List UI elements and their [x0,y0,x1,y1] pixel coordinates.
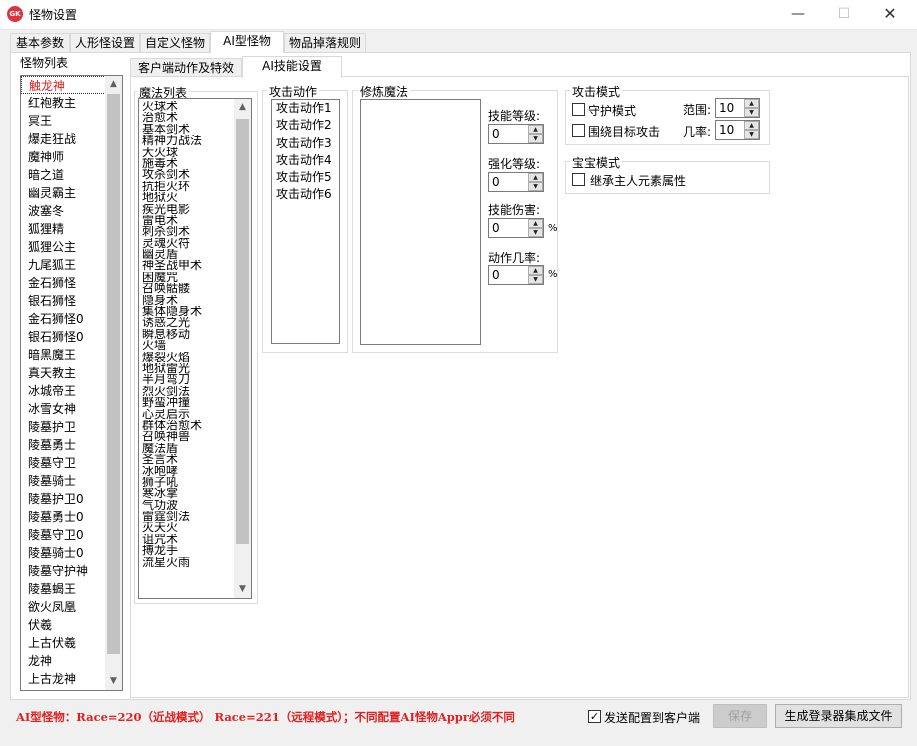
spin-up-icon[interactable]: ▲ [528,219,543,228]
attack-action-item[interactable]: 攻击动作6 [272,186,339,203]
generate-launcher-file-button[interactable]: 生成登录器集成文件 [775,704,902,728]
tab-custom-monster[interactable]: 自定义怪物 [140,33,210,53]
attack-mode-label: 攻击模式 [570,83,623,100]
skill-damage-percent: % [548,223,558,234]
monster-list-label: 怪物列表 [20,56,69,70]
attack-action-item[interactable]: 攻击动作1 [272,100,339,117]
guard-mode-label: 守护模式 [588,104,637,118]
scroll-thumb[interactable] [236,119,249,544]
inherit-element-checkbox[interactable] [572,173,585,186]
scroll-up-icon[interactable]: ▲ [234,99,251,116]
window-title: 怪物设置 [29,8,78,22]
tab-item-drop-rules[interactable]: 物品掉落规则 [284,33,366,53]
ai-monster-note: AI型怪物：Race=220（近战模式） Race=221（远程模式）；不同配置… [16,710,515,724]
check-icon: ✓ [589,710,600,723]
monster-list-scrollbar[interactable]: ▲ ▼ [105,76,122,690]
spin-up-icon[interactable]: ▲ [528,266,543,275]
skill-level-value[interactable]: 0 [492,127,500,141]
tab-ai-monster[interactable]: AI型怪物 [210,31,284,53]
attack-actions-list[interactable]: 攻击动作1 攻击动作2 攻击动作3 攻击动作4 攻击动作5 攻击动作6 [271,99,340,344]
chance-value[interactable]: 10 [719,123,734,137]
action-chance-value[interactable]: 0 [492,268,500,282]
scroll-thumb[interactable] [107,94,120,654]
title-bar: GK 怪物设置 — ☐ ✕ [0,0,917,30]
surround-attack-label: 围绕目标攻击 [588,125,661,139]
tab-client-actions-effects[interactable]: 客户端动作及特效 [130,58,242,78]
range-spinner[interactable]: 10 ▲ ▼ [715,98,760,118]
guard-mode-checkbox[interactable] [572,103,585,116]
enhance-level-value[interactable]: 0 [492,175,500,189]
inherit-element-label: 继承主人元素属性 [590,174,687,188]
attack-action-item[interactable]: 攻击动作2 [272,117,339,134]
pet-mode-label: 宝宝模式 [570,154,623,171]
training-magic-label: 修炼魔法 [358,83,411,100]
spin-down-icon[interactable]: ▼ [528,275,543,284]
skill-level-label: 技能等级: [488,109,541,123]
tab-ai-skill-settings[interactable]: AI技能设置 [242,56,342,78]
chance-spinner[interactable]: 10 ▲ ▼ [715,120,760,140]
minimize-icon[interactable]: — [775,0,821,30]
spin-up-icon[interactable]: ▲ [744,121,759,130]
attack-action-item[interactable]: 攻击动作4 [272,152,339,169]
spin-down-icon[interactable]: ▼ [528,182,543,191]
spin-down-icon[interactable]: ▼ [528,228,543,237]
send-to-client-label: 发送配置到客户端 [604,711,701,725]
range-label: 范围: [683,103,712,117]
spin-up-icon[interactable]: ▲ [528,173,543,182]
attack-actions-label: 攻击动作 [267,83,320,100]
scroll-up-icon[interactable]: ▲ [105,76,122,93]
app-icon: GK [7,6,23,22]
action-chance-label: 动作几率: [488,251,541,265]
monster-list[interactable]: 触龙神 红袍教主 冥王 爆走狂战 魔神师 暗之道 幽灵霸主 波塞冬 狐狸精 狐狸公主 九尾狐王 金石狮… [20,75,123,691]
spin-down-icon[interactable]: ▼ [744,130,759,139]
enhance-level-label: 强化等级: [488,157,541,171]
maximize-icon[interactable]: ☐ [821,0,867,30]
surround-attack-checkbox[interactable] [572,124,585,137]
attack-actions-items: 攻击动作1 攻击动作2 攻击动作3 攻击动作4 攻击动作5 攻击动作6 [272,100,339,204]
attack-action-item[interactable]: 攻击动作3 [272,135,339,152]
action-chance-spinner[interactable]: 0 ▲ ▼ [488,265,544,285]
enhance-level-spinner[interactable]: 0 ▲ ▼ [488,172,544,192]
skill-damage-spinner[interactable]: 0 ▲ ▼ [488,218,544,238]
attack-action-item[interactable]: 攻击动作5 [272,169,339,186]
magic-list[interactable]: 火球术 治愈术 基本剑术 精神力战法 大火球 施毒术 攻杀剑术 抗拒火环 地狱火 疾光电影 雷电术刺… [138,98,252,599]
skill-damage-value[interactable]: 0 [492,221,500,235]
close-icon[interactable]: ✕ [867,0,913,30]
range-value[interactable]: 10 [719,101,734,115]
tab-humanoid-settings[interactable]: 人形怪设置 [70,33,140,53]
spin-down-icon[interactable]: ▼ [528,134,543,143]
tab-basic-params[interactable]: 基本参数 [10,33,70,53]
training-magic-list[interactable] [360,99,481,345]
scroll-down-icon[interactable]: ▼ [105,673,122,690]
spin-up-icon[interactable]: ▲ [744,99,759,108]
spin-up-icon[interactable]: ▲ [528,125,543,134]
scroll-down-icon[interactable]: ▼ [234,581,251,598]
skill-damage-label: 技能伤害: [488,203,541,217]
save-button[interactable]: 保存 [713,704,767,728]
magic-list-scrollbar[interactable]: ▲ ▼ [234,99,251,598]
spin-down-icon[interactable]: ▼ [744,108,759,117]
chance-label: 几率: [683,125,712,139]
action-chance-percent: % [548,269,558,280]
skill-level-spinner[interactable]: 0 ▲ ▼ [488,124,544,144]
send-to-client-checkbox[interactable]: ✓ [588,710,601,723]
